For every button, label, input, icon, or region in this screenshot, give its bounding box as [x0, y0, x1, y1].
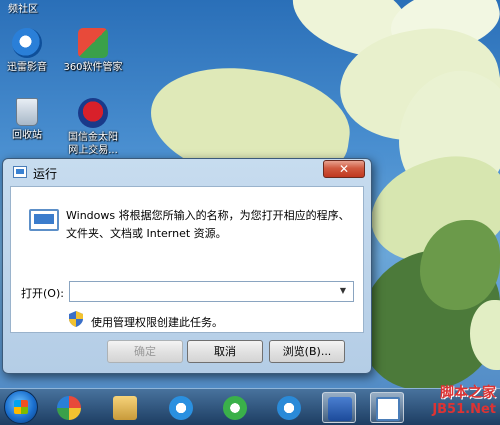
- dialog-title: 运行: [33, 167, 58, 181]
- taskbar-explorer-icon[interactable]: [108, 392, 142, 423]
- dialog-client-area: Windows 将根据您所输入的名称，为您打开相应的程序、文件夹、文档或 Int…: [10, 186, 364, 333]
- taskbar-sync-icon[interactable]: [218, 392, 252, 423]
- admin-note: 使用管理权限创建此任务。: [91, 316, 223, 329]
- desktop-icon-xunlei[interactable]: 迅雷影音: [0, 28, 62, 74]
- desktop-icon-label: 360软件管家: [63, 62, 123, 73]
- guoxin-trading-icon: [78, 98, 108, 128]
- desktop-icon-label: 回收站: [12, 130, 42, 141]
- taskbar-k-icon[interactable]: [272, 392, 306, 423]
- open-label: 打开(O):: [21, 287, 64, 300]
- desktop-icon-360-manager[interactable]: 360软件管家: [58, 28, 128, 74]
- run-window-icon: [13, 166, 27, 178]
- xunlei-player-icon: [12, 28, 42, 58]
- chevron-down-icon[interactable]: ▼: [337, 285, 349, 297]
- 360-software-manager-icon: [78, 28, 108, 58]
- desktop-icon-guoxin[interactable]: 国信金太阳 网上交易...: [58, 98, 128, 157]
- taskbar-cloud-icon[interactable]: [164, 392, 198, 423]
- open-input[interactable]: [69, 281, 354, 302]
- dialog-titlebar[interactable]: 运行 ✕: [3, 159, 371, 185]
- uac-shield-icon: [69, 311, 83, 327]
- taskbar-360-icon[interactable]: [52, 392, 86, 423]
- desktop-top-label: 频社区: [8, 4, 38, 15]
- watermark-line2: JB51.Net: [432, 402, 496, 417]
- dialog-description: Windows 将根据您所输入的名称，为您打开相应的程序、文件夹、文档或 Int…: [66, 209, 350, 240]
- watermark-line1: 脚本之家: [440, 385, 496, 401]
- recycle-bin-icon: [16, 98, 38, 126]
- cancel-button[interactable]: 取消: [187, 340, 263, 363]
- run-dialog: 运行 ✕ Windows 将根据您所输入的名称，为您打开相应的程序、文件夹、文档…: [2, 158, 372, 374]
- desktop-icon-recycle-bin[interactable]: 回收站: [0, 98, 62, 142]
- desktop-icon-label-line1: 国信金太阳: [68, 132, 118, 143]
- taskbar: 脚本之家 JB51.Net: [0, 385, 500, 425]
- taskbar-run-icon[interactable]: [370, 392, 404, 423]
- taskbar-word-icon[interactable]: [322, 392, 356, 423]
- desktop-icon-label: 迅雷影音: [7, 62, 47, 73]
- close-button[interactable]: ✕: [323, 160, 365, 178]
- desktop-icon-label-line2: 网上交易...: [68, 145, 118, 156]
- start-button[interactable]: [4, 390, 38, 424]
- watermark: 脚本之家 JB51.Net: [432, 382, 496, 417]
- ok-button[interactable]: 确定: [107, 340, 183, 363]
- run-program-icon: [29, 209, 59, 231]
- browse-button[interactable]: 浏览(B)...: [269, 340, 345, 363]
